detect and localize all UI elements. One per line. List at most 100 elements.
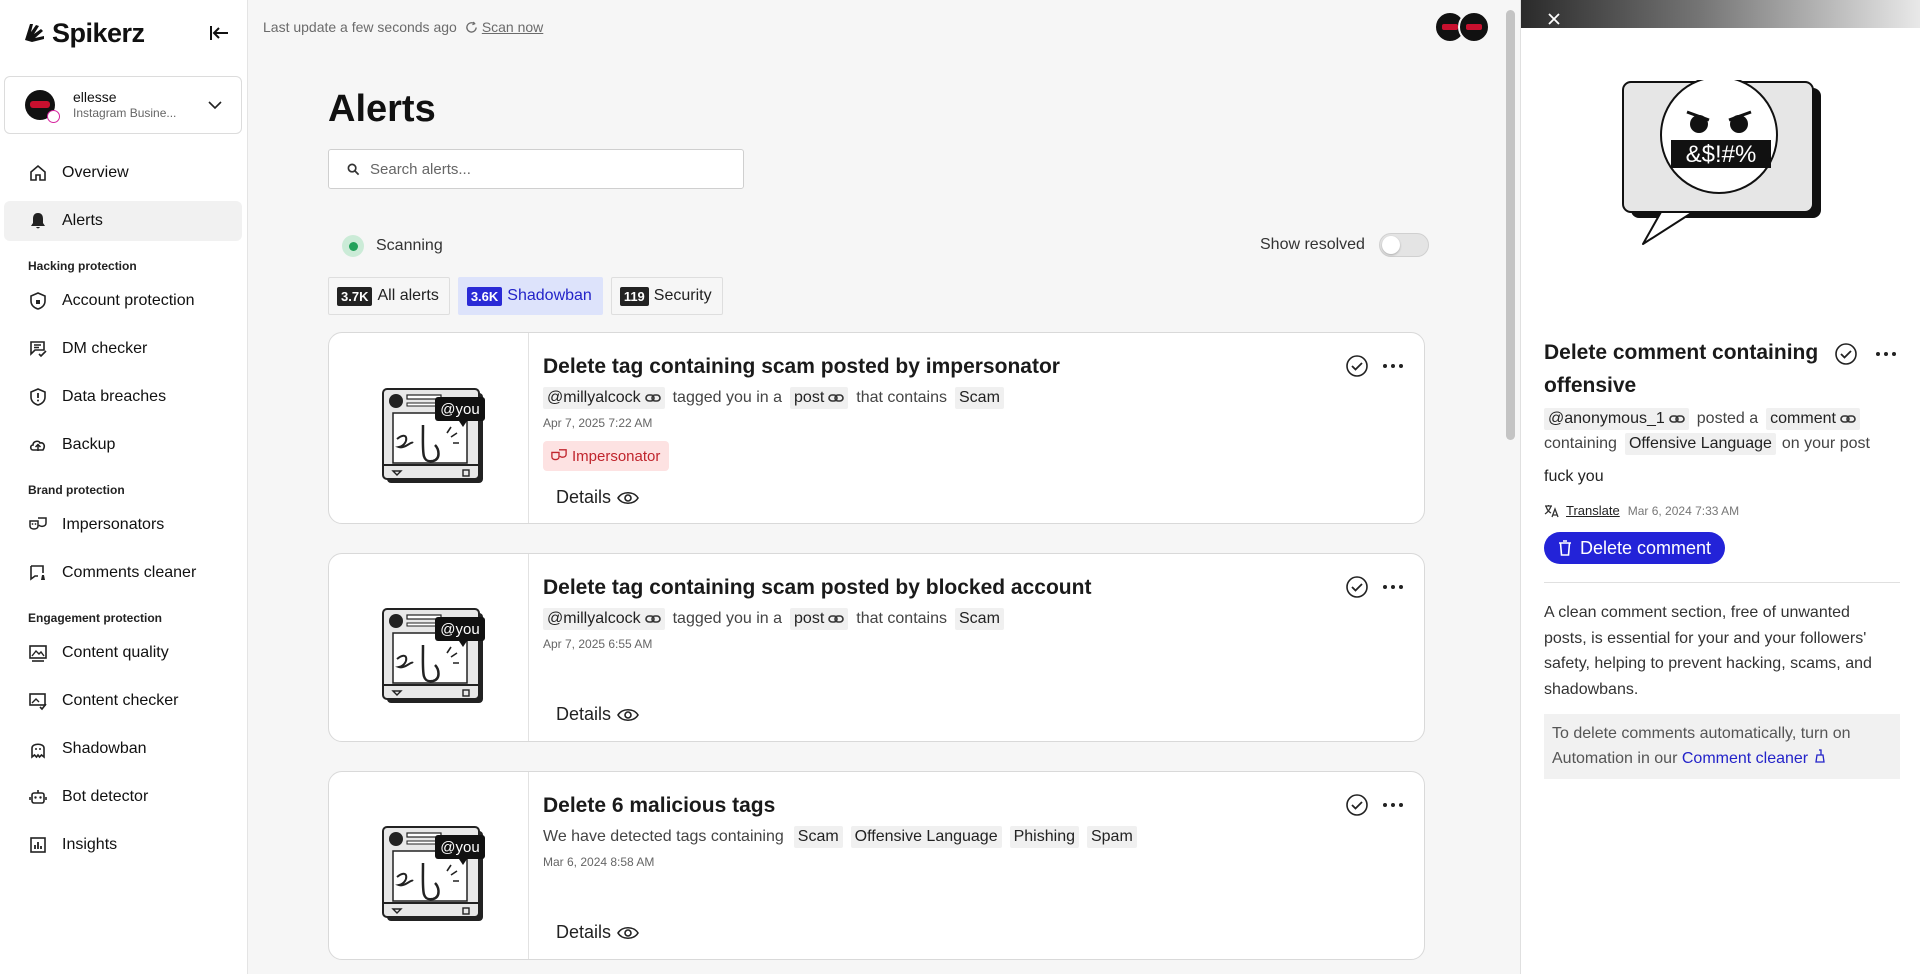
eye-icon [617,708,639,721]
alert-card[interactable]: @you Delete 6 malicious tags We have det… [328,771,1425,960]
sidebar-item-content-quality[interactable]: Content quality [4,633,242,673]
sidebar-item-label: Shadowban [62,740,147,757]
sidebar-item-content-checker[interactable]: Content checker [4,681,242,721]
comment-chip[interactable]: comment [1766,408,1860,430]
more-options-icon[interactable] [1380,574,1406,600]
sidebar-item-bot-detector[interactable]: Bot detector [4,777,242,817]
more-options-icon[interactable] [1380,792,1406,818]
details-label: Details [556,487,612,507]
resolve-check-icon[interactable] [1344,353,1370,379]
last-update-text: Last update a few seconds ago [263,19,457,35]
resolve-check-icon[interactable] [1833,341,1859,367]
collapse-sidebar-icon[interactable] [206,20,232,46]
post-chip[interactable]: post [790,608,849,630]
more-options-icon[interactable] [1873,341,1899,367]
illustration-tag-text: @you [440,839,479,856]
image-quality-icon [29,645,47,662]
user-chip[interactable]: @millyalcock [543,608,665,630]
chip-label: @millyalcock [547,389,641,406]
resolve-check-icon[interactable] [1344,792,1370,818]
connected-accounts[interactable] [1434,11,1492,43]
shield-lock-icon [30,292,46,310]
tag-scam-illustration: @you [329,333,529,523]
details-button[interactable]: Details [556,922,639,943]
resolve-check-icon[interactable] [1344,574,1370,600]
category-chip: Phishing [1009,826,1079,848]
chevron-down-icon [208,101,222,110]
sidebar-item-label: Impersonators [62,516,165,533]
tab-count: 3.6K [466,286,503,306]
details-button[interactable]: Details [556,487,639,508]
account-name: ellesse [73,88,117,105]
main-content: Last update a few seconds ago Scan now A… [248,0,1520,974]
panel-description-line: containing Offensive Language on your po… [1544,433,1870,455]
sidebar-item-impersonators[interactable]: Impersonators [4,505,242,545]
logo[interactable]: Spikerz [22,16,242,50]
panel-text: on your post [1781,435,1870,452]
main-scrollbar[interactable] [1506,10,1516,910]
sidebar-item-insights[interactable]: Insights [4,825,242,865]
sidebar-item-account-protection[interactable]: Account protection [4,281,242,321]
masks-icon [551,449,567,461]
panel-header-bar [1521,0,1920,28]
translate-icon [1544,504,1559,517]
panel-explanation: A clean comment section, free of unwante… [1544,604,1872,698]
category-chip: Scam [793,826,843,848]
alert-card[interactable]: @you Delete tag containing scam posted b… [328,332,1425,524]
bell-icon [31,213,45,229]
account-avatar[interactable] [1458,11,1490,43]
sidebar-item-dm-checker[interactable]: DM checker [4,329,242,369]
chip-label: post [794,610,825,627]
scan-now-link[interactable]: Scan now [465,19,543,35]
link-icon [828,615,845,623]
sidebar-item-label: Comments cleaner [62,564,197,581]
tab-security[interactable]: 119 Security [610,277,723,315]
sidebar-item-label: Alerts [62,212,103,229]
sidebar-item-data-breaches[interactable]: Data breaches [4,377,242,417]
close-icon[interactable] [1545,10,1563,28]
alert-description: @millyalcock tagged you in a post that c… [543,608,1008,630]
search-input[interactable] [370,160,730,178]
search-box[interactable] [328,149,744,189]
chip-label: @anonymous_1 [1548,410,1665,427]
brush-icon [1814,749,1825,763]
scanning-indicator [342,235,364,257]
nav-section-brand: Brand protection [28,483,125,497]
tab-shadowban[interactable]: 3.6K Shadowban [457,277,603,315]
alert-card[interactable]: @you Delete tag containing scam posted b… [328,553,1425,742]
more-options-icon[interactable] [1380,353,1406,379]
alert-title: Delete 6 malicious tags [543,794,776,817]
nav-section-hacking: Hacking protection [28,259,137,273]
illustration-tag-text: @you [440,621,479,638]
refresh-icon [466,21,477,33]
alert-text: We have detected tags containing [543,828,784,845]
translate-link[interactable]: Translate [1566,503,1620,518]
tag-scam-illustration: @you [329,772,529,959]
details-button[interactable]: Details [556,704,639,725]
offensive-comment-illustration: &$!#% [1621,76,1821,255]
post-chip[interactable]: post [790,387,849,409]
divider [1544,582,1900,583]
category-chip: Scam [955,387,1004,409]
tag-scam-illustration: @you [329,554,529,741]
sidebar-item-backup[interactable]: Backup [4,425,242,465]
alert-title: Delete tag containing scam posted by imp… [543,355,1060,378]
card-actions [1334,353,1406,379]
delete-comment-button[interactable]: Delete comment [1544,532,1726,564]
sidebar-item-alerts[interactable]: Alerts [4,201,242,241]
topbar: Last update a few seconds ago Scan now [263,19,543,35]
account-switcher[interactable]: ellesse Instagram Busine... [4,76,242,134]
sidebar-item-comments-cleaner[interactable]: Comments cleaner [4,553,242,593]
app-name: Spikerz [52,17,145,48]
sidebar-item-label: Overview [62,164,129,181]
scrollbar-thumb[interactable] [1506,10,1515,440]
user-chip[interactable]: @millyalcock [543,387,665,409]
tab-all-alerts[interactable]: 3.7K All alerts [328,277,450,315]
user-chip[interactable]: @anonymous_1 [1544,408,1689,430]
illustration-tag-text: @you [440,401,479,418]
censored-text: &$!#% [1686,141,1757,168]
comment-cleaner-link[interactable]: Comment cleaner [1682,749,1827,767]
sidebar-item-shadowban[interactable]: Shadowban [4,729,242,769]
sidebar-item-overview[interactable]: Overview [4,153,242,193]
show-resolved-toggle[interactable] [1378,233,1429,257]
